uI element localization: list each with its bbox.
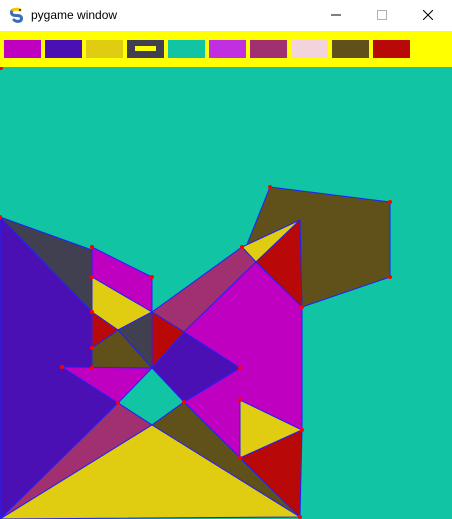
color-palette-toolbar	[0, 31, 452, 67]
selected-indicator	[135, 46, 156, 51]
vertex[interactable]	[90, 310, 94, 314]
vertex[interactable]	[90, 275, 94, 279]
drawing-canvas[interactable]	[0, 67, 452, 519]
vertex[interactable]	[268, 185, 272, 189]
swatch-teal[interactable]	[168, 40, 205, 58]
vertex[interactable]	[90, 346, 94, 350]
vertex[interactable]	[388, 275, 392, 279]
vertex[interactable]	[300, 428, 304, 432]
swatch-olive[interactable]	[332, 40, 369, 58]
close-button[interactable]	[405, 0, 451, 31]
vertex[interactable]	[300, 305, 304, 309]
swatch-magenta[interactable]	[4, 40, 41, 58]
vertex[interactable]	[150, 275, 154, 279]
pygame-window: pygame window	[0, 0, 452, 519]
close-icon	[422, 7, 434, 25]
swatch-indigo[interactable]	[45, 40, 82, 58]
minimize-button[interactable]	[313, 0, 359, 31]
swatch-plum[interactable]	[250, 40, 287, 58]
maximize-button[interactable]	[359, 0, 405, 31]
vertex[interactable]	[298, 515, 302, 519]
swatch-pink[interactable]	[291, 40, 328, 58]
vertex[interactable]	[238, 366, 242, 370]
vertex[interactable]	[240, 245, 244, 249]
vertex[interactable]	[182, 400, 186, 404]
swatch-yellow[interactable]	[86, 40, 123, 58]
vertex[interactable]	[90, 245, 94, 249]
vertex[interactable]	[90, 366, 94, 370]
maximize-icon	[377, 7, 387, 25]
vertex[interactable]	[116, 401, 120, 405]
swatch-dark-slate[interactable]	[127, 40, 164, 58]
swatch-violet[interactable]	[209, 40, 246, 58]
window-title: pygame window	[31, 8, 118, 22]
title-bar[interactable]: pygame window	[0, 0, 452, 31]
vertex[interactable]	[238, 398, 242, 402]
vertex[interactable]	[388, 200, 392, 204]
minimize-icon	[331, 7, 341, 25]
pygame-snake-icon	[9, 7, 25, 23]
swatch-red[interactable]	[373, 40, 410, 58]
vertex[interactable]	[238, 456, 242, 460]
vertex[interactable]	[60, 365, 64, 369]
